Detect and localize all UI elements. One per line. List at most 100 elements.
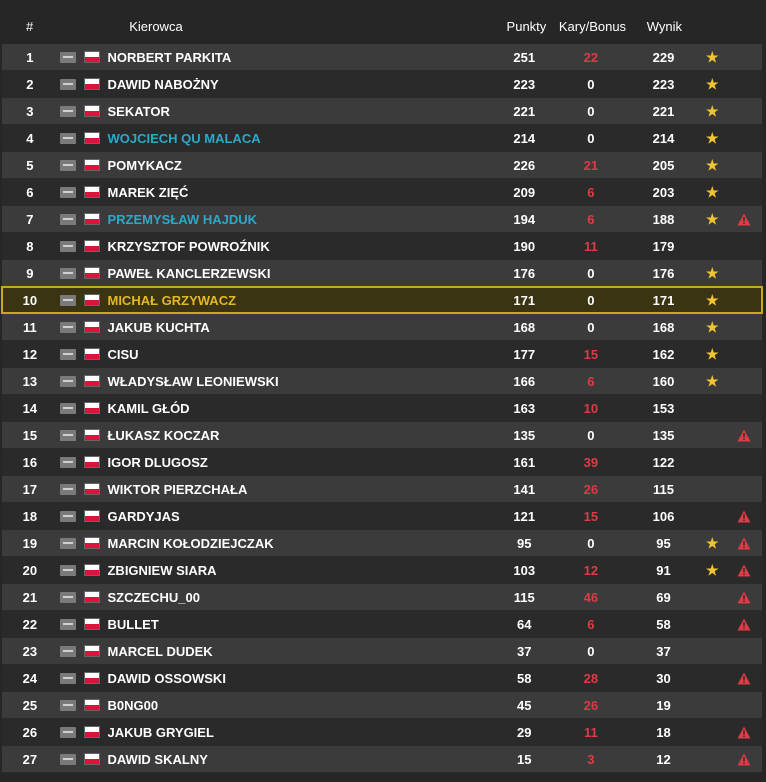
- warning-slot: [726, 753, 762, 766]
- table-row[interactable]: 24 DAWID OSSOWSKI 58 28 30: [2, 665, 762, 691]
- table-row[interactable]: 4 WOJCIECH QU MALACA 214 0 214 ★: [2, 125, 762, 151]
- warning-icon: [737, 726, 751, 738]
- points-cell: 168: [513, 319, 536, 335]
- table-row[interactable]: 7 PRZEMYSŁAW HAJDUK 194 6 188 ★: [2, 206, 762, 232]
- poland-flag-icon: [83, 726, 104, 738]
- table-row[interactable]: 16 IGOR DLUGOSZ 161 39 122: [2, 449, 762, 475]
- table-row[interactable]: 6 MAREK ZIĘĆ 209 6 203 ★: [2, 179, 762, 205]
- driver-name[interactable]: MICHAŁ GRZYWACZ: [103, 293, 495, 308]
- driver-name[interactable]: SZCZECHU_00: [103, 590, 495, 605]
- table-row[interactable]: 13 WŁADYSŁAW LEONIEWSKI 166 6 160 ★: [2, 368, 762, 394]
- car-icon: [58, 132, 78, 144]
- table-row[interactable]: 5 POMYKACZ 226 21 205 ★: [2, 152, 762, 178]
- points-cell: 29: [517, 724, 532, 740]
- table-row[interactable]: 11 JAKUB KUCHTA 168 0 168 ★: [2, 314, 762, 340]
- table-row[interactable]: 27 DAWID SKALNY 15 3 12: [2, 746, 762, 772]
- poland-flag-icon: [83, 375, 104, 387]
- position-cell: 25: [22, 697, 38, 713]
- warning-icon: [737, 510, 751, 522]
- car-icon: [58, 429, 78, 441]
- table-row[interactable]: 20 ZBIGNIEW SIARA 103 12 91 ★: [2, 557, 762, 583]
- points-cell: 209: [513, 184, 536, 200]
- driver-name[interactable]: POMYKACZ: [103, 158, 495, 173]
- driver-name[interactable]: ŁUKASZ KOCZAR: [103, 428, 495, 443]
- driver-name[interactable]: JAKUB GRYGIEL: [103, 725, 495, 740]
- points-cell: 58: [517, 670, 532, 686]
- car-icon: [58, 348, 78, 360]
- result-cell: 135: [652, 427, 675, 443]
- car-icon: [58, 753, 78, 765]
- result-cell: 214: [652, 130, 675, 146]
- driver-name[interactable]: DAWID NABOŻNY: [103, 77, 495, 92]
- car-icon: [58, 186, 78, 198]
- position-cell: 10: [22, 292, 38, 308]
- position-cell: 19: [22, 535, 38, 551]
- points-cell: 15: [517, 751, 532, 767]
- position-cell: 12: [22, 346, 38, 362]
- table-row[interactable]: 17 WIKTOR PIERZCHAŁA 141 26 115: [2, 476, 762, 502]
- driver-name[interactable]: KRZYSZTOF POWROŹNIK: [103, 239, 495, 254]
- table-row[interactable]: 15 ŁUKASZ KOCZAR 135 0 135: [2, 422, 762, 448]
- table-row[interactable]: 26 JAKUB GRYGIEL 29 11 18: [2, 719, 762, 745]
- points-cell: 103: [513, 562, 536, 578]
- points-cell: 95: [517, 535, 532, 551]
- position-cell: 24: [22, 670, 38, 686]
- table-row[interactable]: 1 NORBERT PARKITA 251 22 229 ★: [2, 44, 762, 70]
- warning-icon: [737, 537, 751, 549]
- driver-name[interactable]: IGOR DLUGOSZ: [103, 455, 495, 470]
- position-cell: 17: [22, 481, 38, 497]
- poland-flag-icon: [83, 105, 104, 117]
- driver-name[interactable]: SEKATOR: [103, 104, 495, 119]
- star-icon: ★: [705, 184, 719, 200]
- driver-name[interactable]: NORBERT PARKITA: [103, 50, 495, 65]
- table-row[interactable]: 25 B0NG00 45 26 19: [2, 692, 762, 718]
- star-icon: ★: [705, 157, 719, 173]
- driver-name[interactable]: PRZEMYSŁAW HAJDUK: [103, 212, 495, 227]
- table-row[interactable]: 8 KRZYSZTOF POWROŹNIK 190 11 179: [2, 233, 762, 259]
- star-slot: ★: [698, 320, 726, 334]
- star-slot: ★: [698, 104, 726, 118]
- penalty-cell: 12: [583, 562, 599, 578]
- table-row[interactable]: 10 MICHAŁ GRZYWACZ 171 0 171 ★: [1, 286, 763, 314]
- driver-name[interactable]: MARCIN KOŁODZIEJCZAK: [103, 536, 495, 551]
- driver-name[interactable]: MAREK ZIĘĆ: [103, 185, 495, 200]
- car-icon: [58, 510, 78, 522]
- table-row[interactable]: 2 DAWID NABOŻNY 223 0 223 ★: [2, 71, 762, 97]
- driver-name[interactable]: DAWID OSSOWSKI: [103, 671, 495, 686]
- points-cell: 214: [513, 130, 536, 146]
- driver-name[interactable]: ZBIGNIEW SIARA: [103, 563, 495, 578]
- table-row[interactable]: 14 KAMIL GŁÓD 163 10 153: [2, 395, 762, 421]
- result-cell: 19: [656, 697, 671, 713]
- table-row[interactable]: 22 BULLET 64 6 58: [2, 611, 762, 637]
- result-cell: 203: [652, 184, 675, 200]
- table-row[interactable]: 9 PAWEŁ KANCLERZEWSKI 176 0 176 ★: [2, 260, 762, 286]
- poland-flag-icon: [83, 348, 104, 360]
- table-row[interactable]: 12 CISU 177 15 162 ★: [2, 341, 762, 367]
- poland-flag-icon: [83, 429, 104, 441]
- driver-name[interactable]: B0NG00: [103, 698, 495, 713]
- result-cell: 162: [652, 346, 675, 362]
- table-row[interactable]: 3 SEKATOR 221 0 221 ★: [2, 98, 762, 124]
- table-row[interactable]: 19 MARCIN KOŁODZIEJCZAK 95 0 95 ★: [2, 530, 762, 556]
- star-icon: ★: [705, 265, 719, 281]
- driver-name[interactable]: JAKUB KUCHTA: [103, 320, 495, 335]
- poland-flag-icon: [83, 618, 104, 630]
- driver-name[interactable]: PAWEŁ KANCLERZEWSKI: [103, 266, 495, 281]
- driver-name[interactable]: DAWID SKALNY: [103, 752, 495, 767]
- result-cell: 37: [656, 643, 671, 659]
- table-row[interactable]: 23 MARCEL DUDEK 37 0 37: [2, 638, 762, 664]
- result-cell: 12: [656, 751, 671, 767]
- driver-name[interactable]: CISU: [103, 347, 495, 362]
- warning-icon: [737, 429, 751, 441]
- driver-name[interactable]: GARDYJAS: [103, 509, 495, 524]
- driver-name[interactable]: MARCEL DUDEK: [103, 644, 495, 659]
- table-row[interactable]: 21 SZCZECHU_00 115 46 69: [2, 584, 762, 610]
- driver-name[interactable]: BULLET: [103, 617, 495, 632]
- driver-name[interactable]: KAMIL GŁÓD: [103, 401, 495, 416]
- table-row[interactable]: 18 GARDYJAS 121 15 106: [2, 503, 762, 529]
- driver-name[interactable]: WIKTOR PIERZCHAŁA: [103, 482, 495, 497]
- driver-name[interactable]: WOJCIECH QU MALACA: [103, 131, 495, 146]
- warning-slot: [726, 618, 762, 631]
- star-icon: ★: [705, 373, 719, 389]
- driver-name[interactable]: WŁADYSŁAW LEONIEWSKI: [103, 374, 495, 389]
